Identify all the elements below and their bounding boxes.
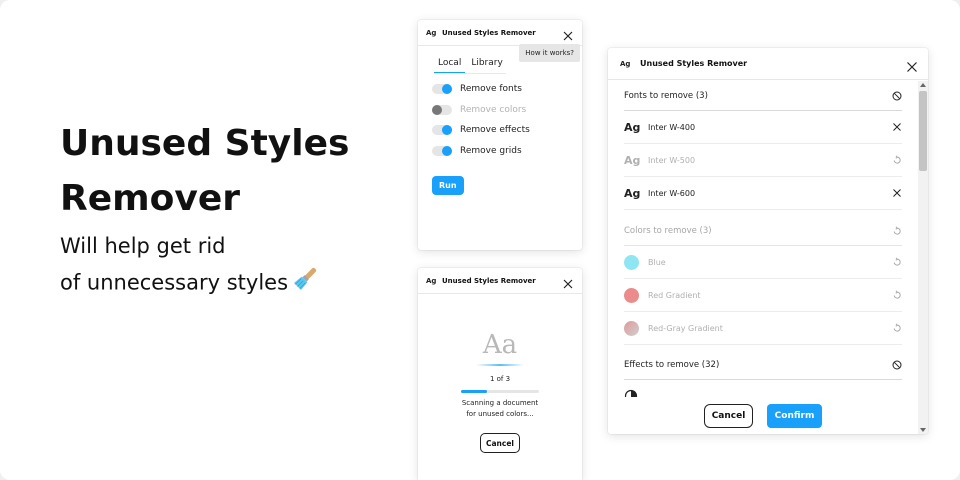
undo-icon[interactable] (892, 323, 902, 333)
scroll-down-arrow-icon[interactable] (920, 428, 926, 432)
close-icon[interactable] (562, 27, 574, 41)
hero-subtitle-line2-wrap: of unnecessary styles (60, 264, 320, 303)
colors-section-header: Colors to remove (3) (624, 216, 902, 246)
list-item[interactable]: Blue (624, 246, 902, 279)
hero-subtitle-line2: of unnecessary styles (60, 270, 289, 295)
window-header: Ag Unused Styles Remover (418, 20, 582, 46)
list-item[interactable]: Red Gradient (624, 279, 902, 312)
list-item[interactable]: Ag Inter W-500 (624, 144, 902, 177)
scrollbar[interactable] (918, 81, 928, 434)
results-window: Ag Unused Styles Remover Fonts to remove… (608, 48, 928, 434)
hero-title-line2: Remover (60, 178, 241, 219)
effect-icon (624, 389, 638, 397)
option-remove-grids[interactable]: Remove grids (432, 146, 522, 156)
list-item[interactable] (624, 381, 902, 397)
undo-icon[interactable] (892, 155, 902, 165)
results-footer: Cancel Confirm (608, 397, 918, 434)
how-it-works-button[interactable]: How it works? (519, 44, 580, 62)
undo-icon[interactable] (892, 290, 902, 300)
section-title: Fonts to remove (3) (624, 90, 708, 101)
confirm-button[interactable]: Confirm (767, 403, 822, 428)
scroll-up-arrow-icon[interactable] (920, 83, 926, 87)
scan-status-line1: Scanning a document (461, 399, 539, 407)
color-swatch (624, 287, 639, 303)
window-title: Unused Styles Remover (442, 276, 536, 285)
close-icon[interactable] (906, 58, 918, 72)
font-name: Inter W-600 (648, 188, 696, 198)
remove-x-icon[interactable] (892, 122, 902, 132)
list-item[interactable]: Ag Inter W-400 (624, 111, 902, 144)
scan-status: Scanning a document for unused colors... (418, 398, 582, 420)
run-button[interactable]: Run (432, 176, 464, 195)
preview-underline (476, 364, 524, 366)
option-label: Remove effects (460, 125, 530, 135)
font-glyph: Ag (624, 120, 641, 134)
list-item[interactable]: Red-Gray Gradient (624, 312, 902, 345)
font-glyph: Ag (624, 186, 641, 200)
progress-window: Ag Unused Styles Remover Aa 1 of 3 Scann… (418, 268, 582, 480)
brush-icon (292, 264, 320, 303)
font-glyph: Ag (624, 153, 641, 167)
option-label: Remove fonts (460, 84, 522, 94)
remove-effects-toggle[interactable] (432, 125, 452, 135)
settings-window: Ag Unused Styles Remover How it works? L… (418, 20, 582, 250)
effects-section-header: Effects to remove (32) (624, 350, 902, 380)
remove-grids-toggle[interactable] (432, 146, 452, 156)
hero-subtitle-line1: Will help get rid (60, 234, 226, 258)
option-remove-colors[interactable]: Remove colors (432, 105, 526, 115)
results-list: Fonts to remove (3) Ag Inter W-400 Ag In… (608, 81, 918, 397)
fonts-section-header: Fonts to remove (3) (624, 81, 902, 111)
promo-card: Unused Styles Remover Will help get rid … (0, 0, 960, 480)
color-name: Red Gradient (648, 290, 701, 300)
window-header: Ag Unused Styles Remover (418, 268, 582, 294)
window-header: Ag Unused Styles Remover (608, 48, 928, 80)
hero-title: Unused Styles Remover (60, 116, 349, 226)
option-remove-effects[interactable]: Remove effects (432, 125, 530, 135)
remove-colors-toggle[interactable] (432, 105, 452, 115)
window-title: Unused Styles Remover (640, 59, 748, 68)
ban-icon[interactable] (892, 91, 902, 101)
source-tabs: Local Library (434, 58, 509, 73)
ban-icon[interactable] (892, 360, 902, 370)
remove-fonts-toggle[interactable] (432, 84, 452, 94)
close-icon[interactable] (562, 275, 574, 289)
option-remove-fonts[interactable]: Remove fonts (432, 84, 522, 94)
hero-title-line1: Unused Styles (60, 123, 350, 164)
cancel-button[interactable]: Cancel (704, 403, 753, 428)
option-label: Remove grids (460, 146, 522, 156)
font-name: Inter W-400 (648, 122, 696, 132)
color-swatch (624, 254, 639, 270)
window-title: Unused Styles Remover (442, 28, 536, 37)
list-item[interactable]: Ag Inter W-600 (624, 177, 902, 210)
progress-fill (461, 390, 487, 393)
tab-divider (434, 73, 506, 74)
plugin-logo: Ag (426, 28, 437, 37)
scrollbar-thumb[interactable] (919, 91, 927, 171)
cancel-button[interactable]: Cancel (480, 433, 520, 453)
section-title: Effects to remove (32) (624, 359, 720, 370)
undo-icon[interactable] (892, 257, 902, 267)
option-label: Remove colors (460, 105, 527, 115)
color-swatch (624, 320, 639, 336)
plugin-logo: Ag (426, 276, 437, 285)
tab-local[interactable]: Local (434, 58, 466, 73)
plugin-logo: Ag (620, 59, 631, 68)
hero-subtitle: Will help get rid of unnecessary styles (60, 228, 320, 303)
color-name: Red-Gray Gradient (648, 323, 723, 333)
tab-library[interactable]: Library (467, 58, 506, 73)
progress-bar (461, 390, 539, 393)
font-preview-glyph: Aa (482, 330, 518, 360)
undo-icon[interactable] (892, 226, 902, 236)
scan-status-line2: for unused colors... (466, 410, 534, 418)
section-title: Colors to remove (3) (624, 225, 712, 236)
font-name: Inter W-500 (648, 155, 696, 165)
color-name: Blue (648, 257, 666, 267)
progress-counter: 1 of 3 (489, 375, 511, 383)
remove-x-icon[interactable] (892, 188, 902, 198)
